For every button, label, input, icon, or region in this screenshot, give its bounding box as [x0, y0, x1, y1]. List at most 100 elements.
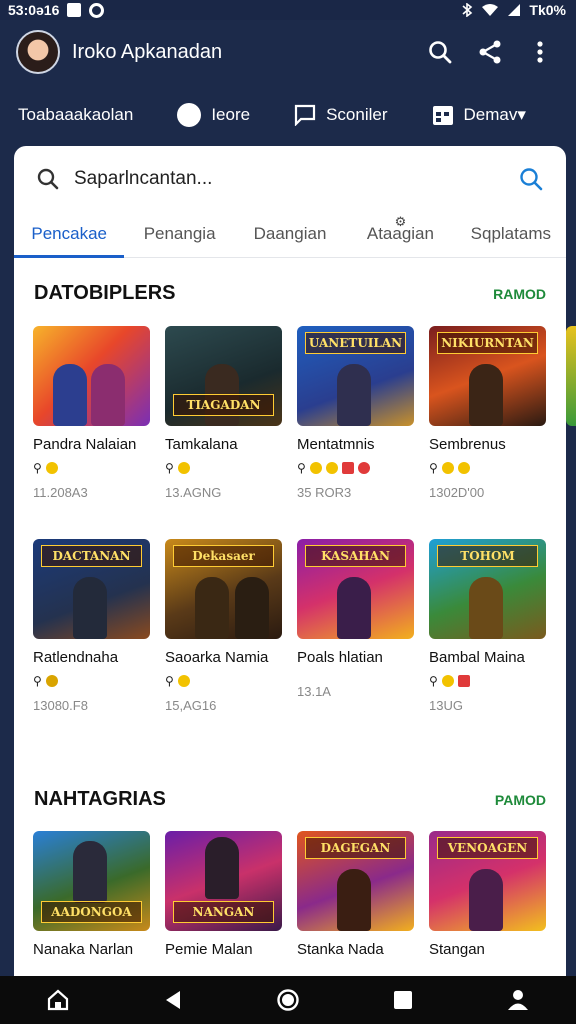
search-button[interactable] — [420, 32, 460, 72]
recents-icon — [394, 991, 413, 1009]
top-nav-label: Ieore — [211, 105, 251, 124]
system-nav-bar — [0, 976, 576, 1024]
home-button[interactable] — [34, 976, 82, 1024]
section-title: NAHTAGRIAS — [34, 788, 166, 810]
app-card[interactable]: DAGEGAN Stanka Nada — [297, 831, 414, 958]
assistant-button[interactable] — [494, 976, 542, 1024]
top-nav-item-dot[interactable]: Ieore — [177, 103, 250, 127]
app-name: Saoarka Namia — [165, 649, 269, 666]
app-thumbnail: UANETUILAN — [297, 326, 414, 426]
app-thumbnail: NANGAN — [165, 831, 282, 931]
app-card[interactable]: UANETUILAN Mentatmnis ⚲ 35 ROR3 — [297, 326, 414, 500]
overflow-menu-button[interactable] — [520, 32, 560, 72]
app-thumbnail: Dekasaer — [165, 539, 282, 639]
top-nav-item-home[interactable]: Toabaaakaolan — [18, 105, 133, 125]
app-card[interactable]: Dekasaer Saoarka Namia ⚲ 15,AG16 — [165, 539, 282, 713]
scroll-peek — [566, 326, 576, 426]
tab-penangia[interactable]: Penangia — [124, 210, 234, 257]
app-card[interactable]: TOHOM Bambal Maina ⚲ 13UG — [429, 539, 546, 713]
app-thumbnail: DAGEGAN — [297, 831, 414, 931]
app-badges: ⚲ — [33, 674, 150, 688]
app-card[interactable]: NIKIURNTAN Sembrenus ⚲ 1302D'00 — [429, 326, 546, 500]
app-thumbnail — [33, 326, 150, 426]
notification-icon — [67, 3, 82, 17]
see-more-link[interactable]: PAMOD — [495, 792, 546, 808]
app-card[interactable]: TIAGADAN Tamkalana ⚲ 13.AGNG — [165, 326, 282, 500]
app-card[interactable]: DACTANAN Ratlendnaha ⚲ 13080.F8 — [33, 539, 150, 713]
top-nav: Toabaaakaolan Ieore Sconiler Demav▾ — [0, 84, 576, 146]
top-nav-label: Toabaaakaolan — [18, 105, 134, 124]
chat-icon — [294, 104, 316, 126]
app-thumbnail: VENOAGEN — [429, 831, 546, 931]
app-banner: VENOAGEN — [437, 837, 538, 859]
calendar-icon — [432, 104, 454, 126]
app-thumbnail: KASAHAN — [297, 539, 414, 639]
app-badges: ⚲ — [297, 461, 414, 475]
circle-home-icon — [277, 989, 299, 1011]
app-badges: ⚲ — [165, 674, 282, 688]
bluetooth-icon — [462, 3, 473, 17]
recents-button[interactable] — [379, 976, 427, 1024]
app-name: Pandra Nalaian — [33, 436, 137, 453]
app-size: 13.AGNG — [165, 485, 222, 500]
app-banner: KASAHAN — [305, 545, 406, 567]
top-nav-item-calendar[interactable]: Demav▾ — [432, 104, 526, 126]
home-icon — [47, 989, 68, 1011]
app-thumbnail: TIAGADAN — [165, 326, 282, 426]
tab-ataagian[interactable]: ⚙ Ataagian — [345, 210, 455, 257]
tab-sqplatams[interactable]: Sqplatams — [456, 210, 566, 257]
tab-label: Penangia — [143, 223, 216, 243]
see-more-link[interactable]: RAMOD — [493, 286, 546, 302]
share-button[interactable] — [470, 32, 510, 72]
coin-icon — [457, 462, 470, 474]
app-card[interactable]: Pandra Nalaian ⚲ 11.208A3 — [33, 326, 150, 500]
app-banner: TIAGADAN — [173, 394, 274, 416]
badge-icon — [457, 675, 470, 687]
coin-icon — [45, 675, 58, 687]
tab-daangian[interactable]: Daangian — [235, 210, 345, 257]
app-banner: AADONGOA — [41, 901, 142, 923]
app-banner: DACTANAN — [41, 545, 142, 567]
tab-pencakae[interactable]: Pencakae — [14, 210, 125, 258]
search-bar[interactable] — [20, 152, 560, 206]
app-badge: ⚲ — [33, 674, 42, 688]
app-name: Bambal Maina — [429, 649, 525, 666]
coin-icon — [45, 462, 58, 474]
badge-icon — [357, 462, 370, 474]
app-badge: ⚲ — [297, 461, 306, 475]
search-input[interactable] — [74, 168, 518, 190]
app-badges: ⚲ — [165, 461, 282, 475]
app-thumbnail: TOHOM — [429, 539, 546, 639]
back-button[interactable] — [149, 976, 197, 1024]
coin-icon — [325, 462, 338, 474]
app-thumbnail: NIKIURNTAN — [429, 326, 546, 426]
app-badge: ⚲ — [429, 674, 438, 688]
app-banner: NANGAN — [173, 901, 274, 923]
status-bar: 53:0ə16 Tk0% — [0, 0, 576, 20]
app-name: Tamkalana — [165, 436, 238, 453]
coin-icon — [441, 675, 454, 687]
battery-level: Tk0% — [529, 2, 566, 18]
app-name: Poals hlatian — [297, 649, 383, 666]
app-banner: NIKIURNTAN — [437, 332, 538, 354]
top-nav-item-chat[interactable]: Sconiler — [294, 104, 388, 126]
coin-icon — [441, 462, 454, 474]
avatar[interactable] — [16, 30, 60, 74]
top-nav-label: Demav▾ — [463, 105, 526, 124]
app-card[interactable]: NANGAN Pemie Malan — [165, 831, 282, 958]
app-banner: UANETUILAN — [305, 332, 406, 354]
top-nav-label: Sconiler — [326, 105, 388, 124]
app-name: Ratlendnaha — [33, 649, 119, 666]
app-card[interactable]: VENOAGEN Stangan — [429, 831, 546, 958]
app-badge: ⚲ — [165, 674, 174, 688]
app-size: 13.1A — [297, 684, 331, 699]
app-thumbnail: AADONGOA — [33, 831, 150, 931]
app-badges: ⚲ — [33, 461, 150, 475]
search-submit-icon[interactable] — [518, 166, 544, 192]
app-card[interactable]: AADONGOA Nanaka Narlan — [33, 831, 150, 958]
coin-icon — [309, 462, 322, 474]
app-card[interactable]: KASAHAN Poals hlatian 13.1A — [297, 539, 414, 713]
coin-icon — [177, 462, 190, 474]
home-circle-button[interactable] — [264, 976, 312, 1024]
signal-icon — [508, 4, 521, 16]
